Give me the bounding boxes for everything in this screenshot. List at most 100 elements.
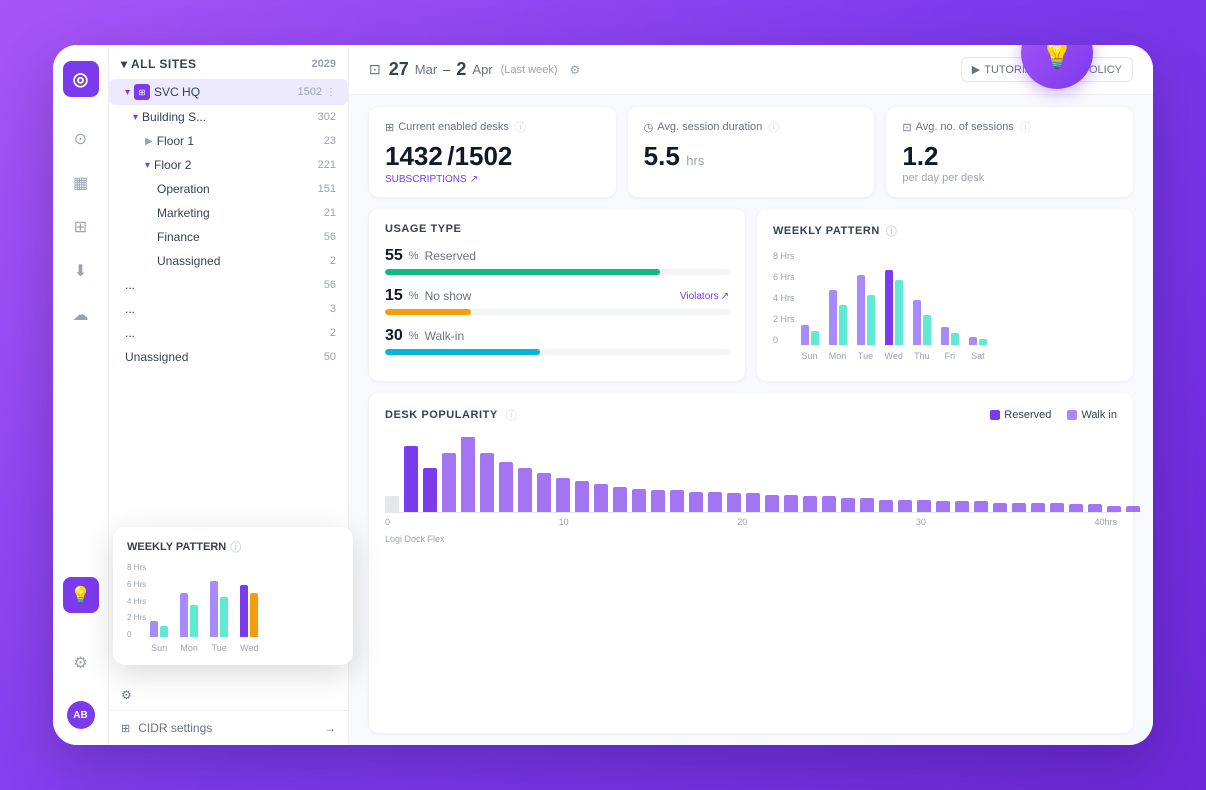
extra-unassigned[interactable]: Unassigned 50: [109, 345, 348, 369]
pop-bar-2: [423, 468, 437, 512]
nav-monitor[interactable]: ⊞: [63, 209, 99, 245]
x-labels: 0 10 20 30 40hrs: [385, 513, 1117, 531]
end-day: 2: [456, 59, 466, 80]
site-svc-hq[interactable]: ▾ ⊞ SVC HQ 1502 ⋮: [109, 79, 348, 105]
fw-sun: Sun: [150, 547, 168, 653]
popularity-chart: Logi Dock Flex: [385, 433, 1117, 513]
logo-icon[interactable]: ◎: [63, 61, 99, 97]
dept-unassigned[interactable]: Unassigned 2: [109, 249, 348, 273]
main-card: 💡 ◎ ⊙ ▦ ⊞ ⬇ ☁ 💡 ⚙ AB ▾ ALL SITES 2029 ▾ …: [53, 45, 1153, 745]
session-unit: hrs: [686, 153, 704, 168]
dept-mkt-count: 21: [324, 207, 336, 219]
noshow-pct: 15: [385, 287, 403, 305]
fw-bars: Sun Mon Tue: [150, 563, 258, 653]
more-icon[interactable]: ⋮: [326, 87, 336, 98]
dept-marketing[interactable]: Marketing 21: [109, 201, 348, 225]
violators-link[interactable]: Violators ↗: [680, 291, 729, 302]
pop-bar-22: [803, 496, 817, 512]
legend-reserved: Reserved: [990, 409, 1051, 421]
subscriptions-link[interactable]: SUBSCRIPTIONS ↗: [385, 174, 600, 185]
walkin-label: Walk-in: [425, 329, 465, 343]
day-sat: Sat: [969, 255, 987, 361]
session-value: 5.5: [644, 141, 680, 171]
dept-fin-count: 56: [324, 231, 336, 243]
pop-bar-39: [1126, 506, 1140, 512]
popularity-info-icon: ⓘ: [506, 407, 517, 423]
pop-bar-4: [461, 437, 475, 512]
tue-bar2: [867, 295, 875, 345]
avg-sessions-label: Avg. no. of sessions: [916, 121, 1014, 133]
date-range-icon: ⊡: [369, 61, 381, 78]
fw-tue-bar2: [220, 597, 228, 637]
fw-y-2: 2 Hrs: [127, 613, 146, 622]
stat-session-duration: ◷ Avg. session duration ⓘ 5.5 hrs: [628, 107, 875, 197]
pop-bar-33: [1012, 503, 1026, 512]
lightbulb-icon: 💡: [1040, 45, 1075, 70]
legend-walkin-label: Walk in: [1081, 409, 1117, 421]
day-sun: Sun: [801, 255, 819, 361]
pop-bar-30: [955, 501, 969, 512]
nav-settings[interactable]: ⚙: [63, 645, 99, 681]
extra-unassigned-name: Unassigned: [125, 350, 320, 364]
floor-1[interactable]: ▶ Floor 1 23: [109, 129, 348, 153]
all-sites-header[interactable]: ▾ ALL SITES 2029: [109, 45, 348, 79]
pop-bar-32: [993, 503, 1007, 512]
nav-insights[interactable]: 💡: [63, 577, 99, 613]
y-label-8: 8 Hrs: [773, 251, 795, 261]
dept-finance[interactable]: Finance 56: [109, 225, 348, 249]
nav-home[interactable]: ⊙: [63, 121, 99, 157]
desk-label: Current enabled desks: [398, 121, 509, 133]
tue-bar1: [857, 275, 865, 345]
extra-3-count: 2: [330, 327, 336, 339]
date-settings-icon[interactable]: ⚙: [570, 63, 581, 77]
fw-sun-bar2: [160, 626, 168, 637]
weekly-info-icon: ⓘ: [886, 223, 898, 239]
subscriptions-icon: ↗: [470, 174, 478, 185]
user-avatar[interactable]: AB: [67, 701, 95, 729]
reserved-bar: [385, 269, 660, 275]
fw-y-6: 6 Hrs: [127, 580, 146, 589]
fw-mon-bar2: [190, 605, 198, 637]
x-0: 0: [385, 517, 390, 527]
reserved-pct: 55: [385, 247, 403, 265]
violators-label: Violators: [680, 291, 719, 302]
session-info-icon: ⓘ: [768, 119, 779, 135]
building-s[interactable]: ▾ Building S... 302: [109, 105, 348, 129]
pop-bar-11: [594, 484, 608, 512]
nav-download[interactable]: ⬇: [63, 253, 99, 289]
usage-reserved: 55 % Reserved: [385, 247, 729, 275]
fw-wed-bar1: [240, 585, 248, 637]
floor-2[interactable]: ▾ Floor 2 221: [109, 153, 348, 177]
x-30: 30: [916, 517, 926, 527]
site-count: 1502: [298, 86, 322, 98]
nav-cloud[interactable]: ☁: [63, 297, 99, 333]
thu-bar1: [913, 300, 921, 345]
cidr-settings[interactable]: ⊞ CIDR settings →: [109, 710, 348, 745]
mon-label: Mon: [829, 351, 847, 361]
calendar-icon: ⊡: [902, 121, 911, 134]
fw-tue: Tue: [210, 547, 228, 653]
nav-grid[interactable]: ▦: [63, 165, 99, 201]
pop-bar-35: [1050, 503, 1064, 512]
wed-label: Wed: [885, 351, 903, 361]
legend-walkin: Walk in: [1067, 409, 1117, 421]
settings-row[interactable]: ⚙: [109, 680, 348, 710]
desk-value: 1432: [385, 141, 443, 171]
pop-bar-19: [746, 493, 760, 512]
all-sites-label: ALL SITES: [131, 57, 196, 71]
extra-row-3[interactable]: ... 2: [109, 321, 348, 345]
y-label-0: 0: [773, 335, 795, 345]
pop-bar-23: [822, 496, 836, 512]
legend-reserved-dot: [990, 410, 1000, 420]
fw-chart: 8 Hrs 6 Hrs 4 Hrs 2 Hrs 0 Sun: [127, 563, 339, 653]
extra-row-2[interactable]: ... 3: [109, 297, 348, 321]
fw-tue-bar1: [210, 581, 218, 637]
dept-operation[interactable]: Operation 151: [109, 177, 348, 201]
collapse-icon: ▾: [121, 57, 127, 71]
subscriptions-label: SUBSCRIPTIONS: [385, 174, 467, 185]
settings-gear-icon: ⚙: [121, 688, 132, 702]
extra-row-1[interactable]: ... 56: [109, 273, 348, 297]
pop-bar-28: [917, 500, 931, 513]
tue-label: Tue: [858, 351, 873, 361]
weekly-bars: Sun Mon: [801, 251, 987, 361]
